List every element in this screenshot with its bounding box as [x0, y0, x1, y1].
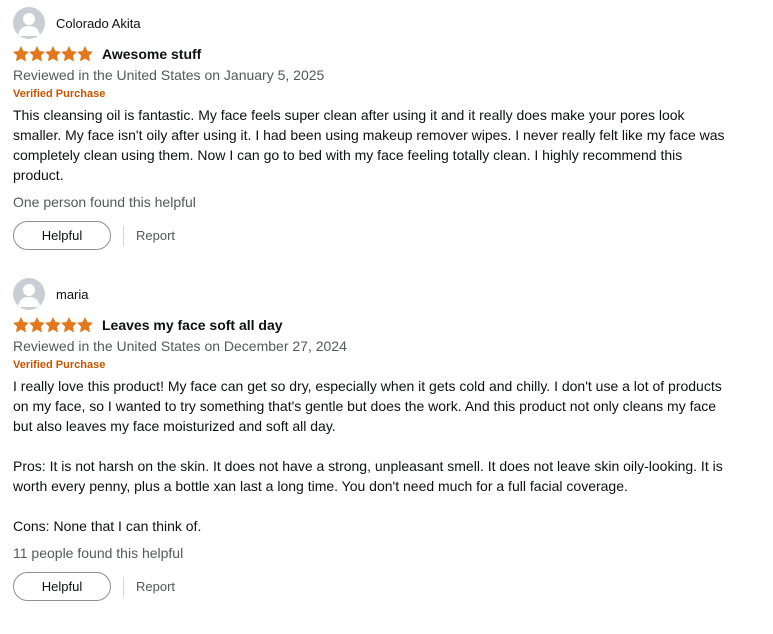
helpful-count: 11 people found this helpful [13, 545, 184, 561]
divider [123, 225, 124, 246]
default-profile-icon [13, 7, 45, 39]
star-icon [77, 317, 93, 332]
star-icon [29, 317, 45, 332]
review-paragraph: Cons: None that I can think of. [13, 518, 202, 534]
reviewer-profile[interactable]: maria [13, 278, 733, 310]
verified-purchase-badge: Verified Purchase [13, 88, 106, 100]
star-rating[interactable] [13, 46, 94, 62]
review: maria Leaves my face soft all day Review… [13, 278, 733, 601]
report-link[interactable]: Report [136, 228, 175, 243]
reviewer-profile[interactable]: Colorado Akita [13, 7, 733, 39]
review-date: Reviewed in the United States on January… [13, 67, 325, 83]
star-icon [29, 46, 45, 61]
star-icon [13, 317, 29, 332]
review-title[interactable]: Awesome stuff [102, 46, 201, 62]
star-icon [45, 46, 61, 61]
review-title[interactable]: Leaves my face soft all day [102, 317, 283, 333]
star-icon [61, 317, 77, 332]
review-body: This cleansing oil is fantastic. My face… [13, 105, 733, 185]
star-icon [61, 46, 77, 61]
reviewer-name[interactable]: Colorado Akita [56, 16, 141, 31]
star-icon [13, 46, 29, 61]
review-paragraph: Pros: It is not harsh on the skin. It do… [13, 458, 723, 494]
helpful-count: One person found this helpful [13, 194, 196, 210]
review-paragraph: I really love this product! My face can … [13, 378, 722, 434]
helpful-button[interactable]: Helpful [13, 572, 111, 601]
star-rating[interactable] [13, 317, 94, 333]
star-icon [45, 317, 61, 332]
review-date: Reviewed in the United States on Decembe… [13, 338, 347, 354]
star-icon [77, 46, 93, 61]
verified-purchase-badge: Verified Purchase [13, 359, 106, 371]
divider [123, 576, 124, 597]
review-body: I really love this product! My face can … [13, 376, 733, 536]
review-paragraph: This cleansing oil is fantastic. My face… [13, 107, 725, 183]
default-profile-icon [13, 278, 45, 310]
review: Colorado Akita Awesome stuff Reviewed in… [13, 7, 733, 250]
helpful-button[interactable]: Helpful [13, 221, 111, 250]
reviewer-name[interactable]: maria [56, 287, 89, 302]
report-link[interactable]: Report [136, 579, 175, 594]
